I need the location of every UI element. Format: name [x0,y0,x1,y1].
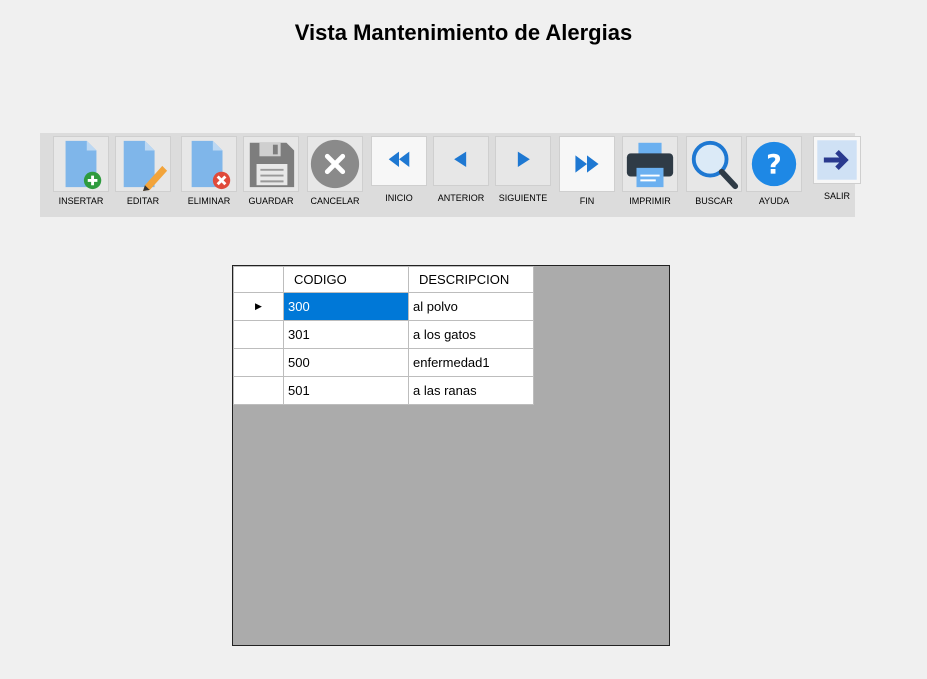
page-title: Vista Mantenimiento de Alergias [294,20,633,45]
row-selector-current[interactable]: ▶ [233,292,284,321]
cell-codigo[interactable]: 501 [283,376,409,405]
delete-document-icon [181,136,237,192]
previous-label: ANTERIOR [437,193,485,203]
cell-codigo[interactable]: 301 [283,320,409,349]
grid-table: CODIGO DESCRIPCION ▶ 300 al polvo 301 a … [233,266,534,405]
print-label: IMPRIMIR [629,196,671,206]
search-button[interactable]: BUSCAR [685,133,743,217]
help-button[interactable]: ? AYUDA [746,133,802,217]
cell-codigo[interactable]: 500 [283,348,409,377]
edit-document-icon [115,136,171,192]
delete-button[interactable]: ELIMINAR [181,133,237,217]
cell-descripcion[interactable]: al polvo [408,292,534,321]
insert-document-icon [53,136,109,192]
print-button[interactable]: IMPRIMIR [621,133,679,217]
last-icon [559,136,615,192]
data-grid[interactable]: CODIGO DESCRIPCION ▶ 300 al polvo 301 a … [232,265,670,646]
last-label: FIN [579,196,595,206]
row-header-corner [233,266,284,293]
first-label: INICIO [385,193,413,203]
search-icon [686,136,742,192]
printer-icon [622,136,678,192]
svg-text:?: ? [766,150,782,181]
delete-label: ELIMINAR [187,196,231,206]
next-icon [495,136,551,186]
exit-button[interactable]: SALIR [811,133,863,217]
cell-descripcion[interactable]: a los gatos [408,320,534,349]
toolbar: INSERTAR EDITAR ELIMINAR GUARDAR CANCELA… [40,133,861,217]
cell-descripcion[interactable]: enfermedad1 [408,348,534,377]
last-record-button[interactable]: FIN [559,133,615,217]
previous-record-button[interactable]: ANTERIOR [433,133,489,217]
first-record-button[interactable]: INICIO [371,133,427,217]
save-icon [243,136,299,192]
table-row[interactable]: ▶ 300 al polvo [233,292,534,321]
exit-label: SALIR [823,191,850,201]
row-selector[interactable] [233,348,284,377]
cell-codigo[interactable]: 300 [283,292,409,321]
search-label: BUSCAR [695,196,733,206]
exit-icon [813,136,861,184]
insert-button[interactable]: INSERTAR [53,133,109,217]
table-row[interactable]: 501 a las ranas [233,376,534,405]
column-header-descripcion[interactable]: DESCRIPCION [408,266,534,293]
column-header-codigo[interactable]: CODIGO [283,266,409,293]
table-row[interactable]: 500 enfermedad1 [233,348,534,377]
edit-label: EDITAR [126,196,160,206]
save-button[interactable]: GUARDAR [243,133,299,217]
grid-header-row: CODIGO DESCRIPCION [233,266,534,293]
save-label: GUARDAR [248,196,294,206]
first-icon [371,136,427,186]
help-icon: ? [746,136,802,192]
cancel-label: CANCELAR [310,196,360,206]
table-row[interactable]: 301 a los gatos [233,320,534,349]
row-selector[interactable] [233,320,284,349]
next-record-button[interactable]: SIGUIENTE [495,133,551,217]
edit-button[interactable]: EDITAR [115,133,171,217]
cancel-button[interactable]: CANCELAR [307,133,363,217]
previous-icon [433,136,489,186]
next-label: SIGUIENTE [498,193,548,203]
help-label: AYUDA [758,196,790,206]
cancel-icon [307,136,363,192]
insert-label: INSERTAR [58,196,104,206]
cell-descripcion[interactable]: a las ranas [408,376,534,405]
row-selector[interactable] [233,376,284,405]
